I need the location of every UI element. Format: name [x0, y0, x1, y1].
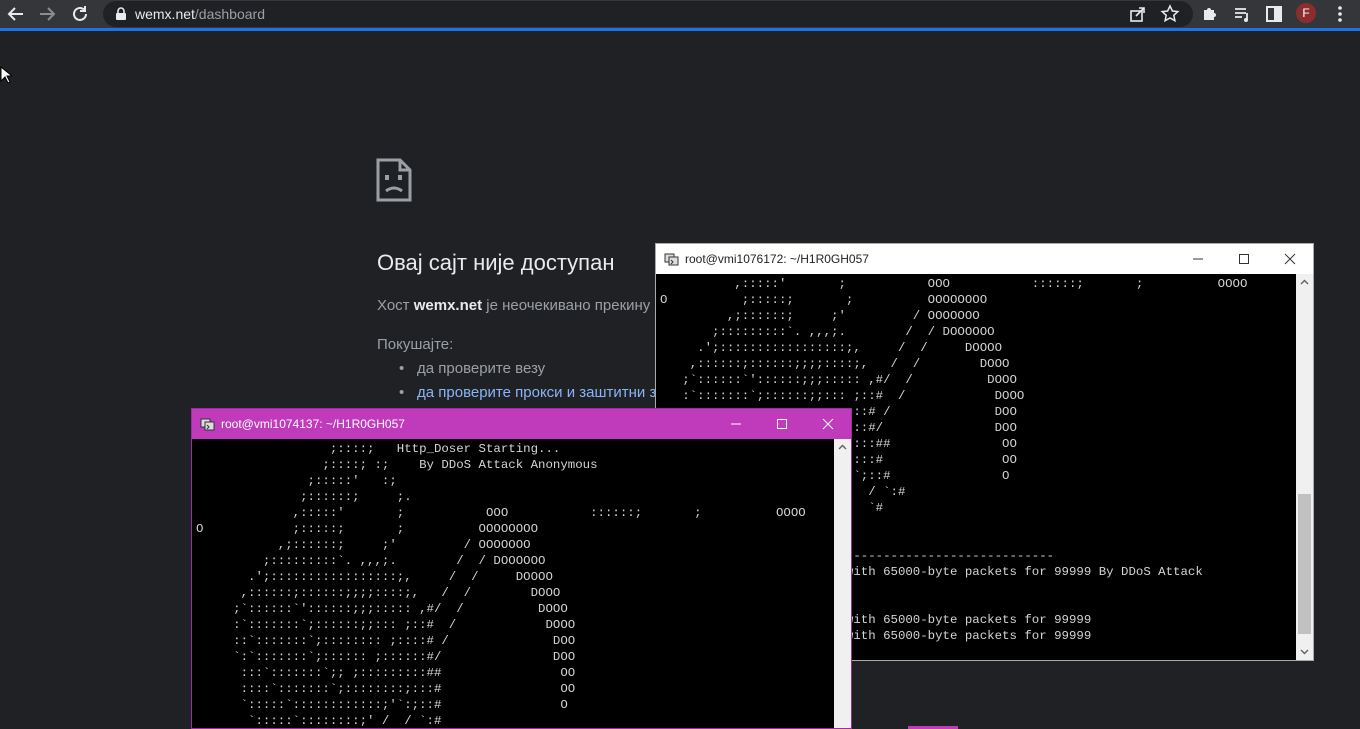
terminal-line: ,;::::::; ;' / OOOOOOO	[660, 309, 980, 323]
maximize-button[interactable]	[759, 409, 805, 439]
minimize-icon	[731, 423, 741, 425]
terminal-line: :`:::::::`;::::::;;::: ;::# / DOOO	[196, 618, 576, 632]
bookmark-star-icon[interactable]	[1160, 4, 1180, 24]
terminal-line: `:::::`::::::::::::;'`:;::# O	[196, 698, 568, 712]
forward-arrow-icon[interactable]	[37, 4, 57, 24]
putty-icon	[664, 253, 679, 266]
terminal-titlebar[interactable]: root@vmi1074137: ~/H1R0GH057	[192, 409, 851, 439]
terminal-line: :::`:::::::`;; ;:::::::::## OO	[196, 666, 576, 680]
terminal-line: `:::::`::::::::;' / / `:#	[196, 714, 442, 728]
address-bar[interactable]: wemx.net/dashboard	[103, 1, 1193, 27]
terminal-line: ::::`:::::::`;::::::::;:::# OO	[196, 682, 576, 696]
close-button[interactable]	[805, 409, 851, 439]
scroll-down-icon[interactable]	[1300, 647, 1309, 656]
host-prefix: Хост	[377, 297, 414, 314]
suggestion-check-proxy-link[interactable]: да проверите прокси и заштитни з	[377, 384, 656, 408]
scrollbar-thumb[interactable]	[1298, 494, 1311, 634]
terminal-line: ;`::::::`'::::::;;;::::: ,#/ / DOOO	[196, 602, 568, 616]
terminal-line: ;::::; Http_Doser Starting...	[196, 442, 561, 456]
minimize-button[interactable]	[713, 409, 759, 439]
close-icon	[822, 418, 834, 430]
terminal-line: ,::::::;::::::;;;;::::;, / / DOOO	[196, 586, 561, 600]
terminal-line: ::`:::::::`;:::::::: ;::::# / DOO	[196, 634, 576, 648]
host-name: wemx.net	[413, 297, 483, 314]
host-suffix: је неочекивано прекину	[482, 297, 651, 314]
terminal-scrollbar[interactable]	[1296, 274, 1313, 660]
extensions-puzzle-icon[interactable]	[1200, 4, 1220, 24]
terminal-line: ;::::::; ;.	[196, 490, 412, 504]
suggestion-check-connection: да проверите везу	[377, 360, 656, 384]
suggestion-list: да проверите везу да проверите прокси и …	[377, 360, 656, 408]
terminal-line: ,:::::' ; OOO ::::::; ; OOOO	[196, 506, 806, 520]
close-button[interactable]	[1267, 244, 1313, 274]
terminal-line: O ;:::::; ; OOOOOOOO	[196, 522, 539, 536]
terminal-line: ,::::::;::::::;;;;::::;, / / DOOO	[660, 357, 1010, 371]
reload-icon[interactable]	[70, 4, 90, 24]
maximize-icon	[777, 419, 787, 429]
share-icon[interactable]	[1128, 4, 1148, 24]
url-path: /dashboard	[194, 6, 265, 22]
terminal-line: :`:::::::`;::::::;;::: ;::# / DOOO	[660, 389, 1025, 403]
terminal-output[interactable]: ;::::; Http_Doser Starting... ;::::; :; …	[192, 439, 834, 728]
terminal-line: .';:::::::::::::::::;, / / DOOOO	[660, 341, 1003, 355]
browser-toolbar: wemx.net/dashboard F	[0, 0, 1360, 31]
maximize-icon	[1239, 254, 1249, 264]
try-label: Покушајте:	[377, 336, 454, 353]
close-icon	[1284, 253, 1296, 265]
terminal-line: ;:::::::::`. ,,,;. / / DOOOOOO	[660, 325, 995, 339]
maximize-button[interactable]	[1221, 244, 1267, 274]
terminal-window-vmi1074137[interactable]: root@vmi1074137: ~/H1R0GH057 ;::::; Http…	[191, 408, 852, 729]
sad-page-icon	[376, 158, 412, 202]
terminal-line: O ;:::::; ; OOOOOOOO	[660, 293, 988, 307]
terminal-line: ;:::::::::`. ,,,;. / / DOOOOOO	[196, 554, 546, 568]
minimize-button[interactable]	[1175, 244, 1221, 274]
terminal-line: `:`:::::::`;:::::: ;::::::#/ DOO	[196, 650, 576, 664]
terminal-line: .';:::::::::::::::::;, / / DOOOO	[196, 570, 553, 584]
terminal-line: ,;::::::; ;' / OOOOOOO	[196, 538, 531, 552]
media-queue-icon[interactable]	[1232, 4, 1252, 24]
terminal-titlebar[interactable]: root@vmi1076172: ~/H1R0GH057	[656, 244, 1313, 274]
terminal-line: ;`::::::`'::::::;;;::::: ,#/ / DOOO	[660, 373, 1017, 387]
scroll-up-icon[interactable]	[1300, 278, 1309, 287]
mouse-cursor-icon	[0, 66, 12, 84]
putty-icon	[200, 418, 215, 431]
error-host-message: Хост wemx.net је неочекивано прекину	[377, 297, 650, 314]
terminal-line: ;::::; :; By DDoS Attack Anonymous	[196, 458, 598, 472]
scroll-up-icon[interactable]	[838, 443, 847, 452]
side-panel-icon[interactable]	[1264, 4, 1284, 24]
back-arrow-icon[interactable]	[6, 4, 26, 24]
terminal-title: root@vmi1074137: ~/H1R0GH057	[221, 417, 405, 431]
error-title: Овај сајт није доступан	[377, 250, 615, 275]
terminal-line: ;:::::' :;	[196, 474, 397, 488]
url-host: wemx.net	[135, 6, 195, 22]
terminal-line: ,:::::' ; OOO ::::::; ; OOOO	[660, 277, 1248, 291]
lock-icon[interactable]	[114, 7, 128, 21]
terminal-scrollbar[interactable]	[834, 439, 851, 728]
url-text[interactable]: wemx.net/dashboard	[135, 6, 265, 22]
more-menu-icon[interactable]	[1330, 4, 1350, 24]
terminal-title: root@vmi1076172: ~/H1R0GH057	[685, 252, 869, 266]
minimize-icon	[1193, 258, 1203, 260]
profile-avatar[interactable]: F	[1296, 3, 1316, 23]
